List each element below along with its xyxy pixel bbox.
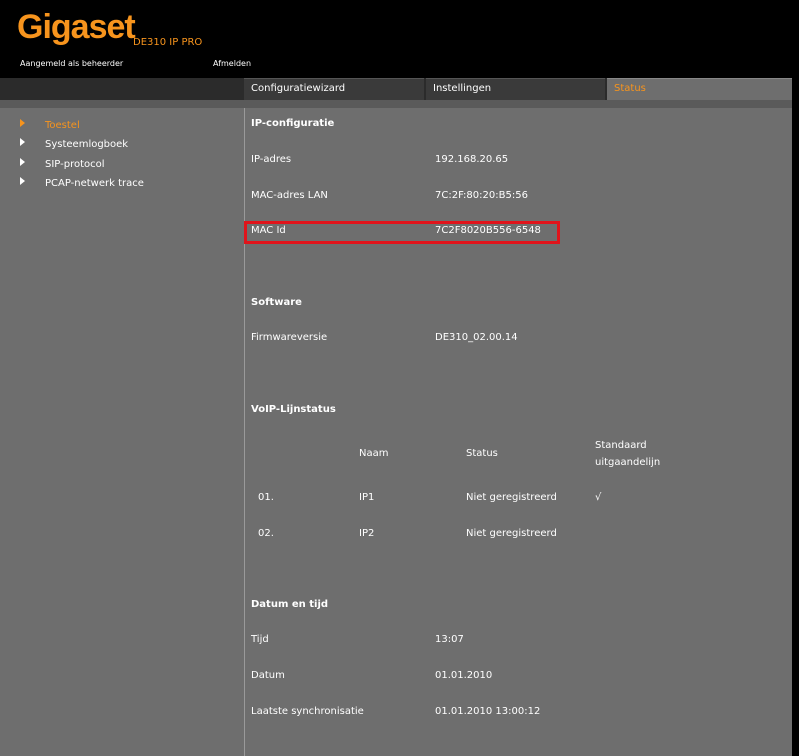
sidebar-item-toestel[interactable]: Toestel — [20, 118, 80, 134]
tab-status[interactable]: Status — [607, 78, 792, 100]
sidebar-item-sip-protocol[interactable]: SIP-protocol — [20, 157, 105, 173]
logged-in-status: Aangemeld als beheerder — [20, 59, 124, 68]
tab-configuratiewizard[interactable]: Configuratiewizard — [244, 78, 424, 100]
header: Gigaset DE310 IP PRO Aangemeld als behee… — [0, 0, 799, 78]
section-heading-voip: VoIP-Lijnstatus — [251, 404, 336, 415]
sidebar-item-systeemlogboek[interactable]: Systeemlogboek — [20, 137, 128, 153]
date-label: Datum — [251, 670, 285, 681]
date-value: 01.01.2010 — [435, 670, 493, 681]
firmware-label: Firmwareversie — [251, 332, 328, 343]
sidebar-item-label: Toestel — [45, 120, 80, 131]
time-value: 13:07 — [435, 634, 464, 645]
last-sync-label: Laatste synchronisatie — [251, 706, 364, 717]
time-label: Tijd — [251, 634, 269, 645]
sidebar-item-label: PCAP-netwerk trace — [45, 178, 144, 189]
column-header-default-1: Standaard — [595, 440, 647, 451]
section-heading-datetime: Datum en tijd — [251, 599, 329, 610]
mac-lan-label: MAC-adres LAN — [251, 190, 328, 201]
voip-row-status: Niet geregistreerd — [466, 528, 557, 539]
ip-address-value: 192.168.20.65 — [435, 154, 509, 165]
logout-link[interactable]: Afmelden — [213, 59, 251, 68]
section-heading-software: Software — [251, 297, 302, 308]
triangle-right-icon — [20, 138, 25, 146]
default-line-check-icon: √ — [595, 492, 602, 503]
ip-address-label: IP-adres — [251, 154, 292, 165]
mac-lan-value: 7C:2F:80:20:B5:56 — [435, 190, 528, 201]
triangle-right-icon — [20, 119, 25, 127]
gigaset-logo: Gigaset — [17, 8, 136, 46]
tab-divider — [0, 100, 792, 108]
last-sync-value: 01.01.2010 13:00:12 — [435, 706, 541, 717]
voip-row-index: 01. — [258, 492, 274, 503]
voip-row-name: IP1 — [359, 492, 375, 503]
tab-instellingen[interactable]: Instellingen — [426, 78, 605, 100]
column-header-status: Status — [466, 448, 498, 459]
status-panel — [244, 108, 792, 756]
sidebar: Toestel Systeemlogboek SIP-protocol PCAP… — [0, 108, 244, 756]
mac-id-highlight-box — [244, 221, 560, 244]
device-model: DE310 IP PRO — [133, 37, 203, 48]
voip-row-status: Niet geregistreerd — [466, 492, 557, 503]
column-header-name: Naam — [359, 448, 389, 459]
tab-bar: Configuratiewizard Instellingen Status — [0, 78, 799, 100]
voip-row-index: 02. — [258, 528, 274, 539]
section-heading-ip-config: IP-configuratie — [251, 118, 335, 129]
sidebar-item-pcap-trace[interactable]: PCAP-netwerk trace — [20, 176, 144, 192]
column-header-default-2: uitgaandelijn — [595, 457, 661, 468]
triangle-right-icon — [20, 177, 25, 185]
triangle-right-icon — [20, 158, 25, 166]
voip-row-name: IP2 — [359, 528, 375, 539]
right-border — [792, 78, 799, 756]
firmware-value: DE310_02.00.14 — [435, 332, 518, 343]
sidebar-item-label: SIP-protocol — [45, 159, 105, 170]
sidebar-item-label: Systeemlogboek — [45, 139, 129, 150]
